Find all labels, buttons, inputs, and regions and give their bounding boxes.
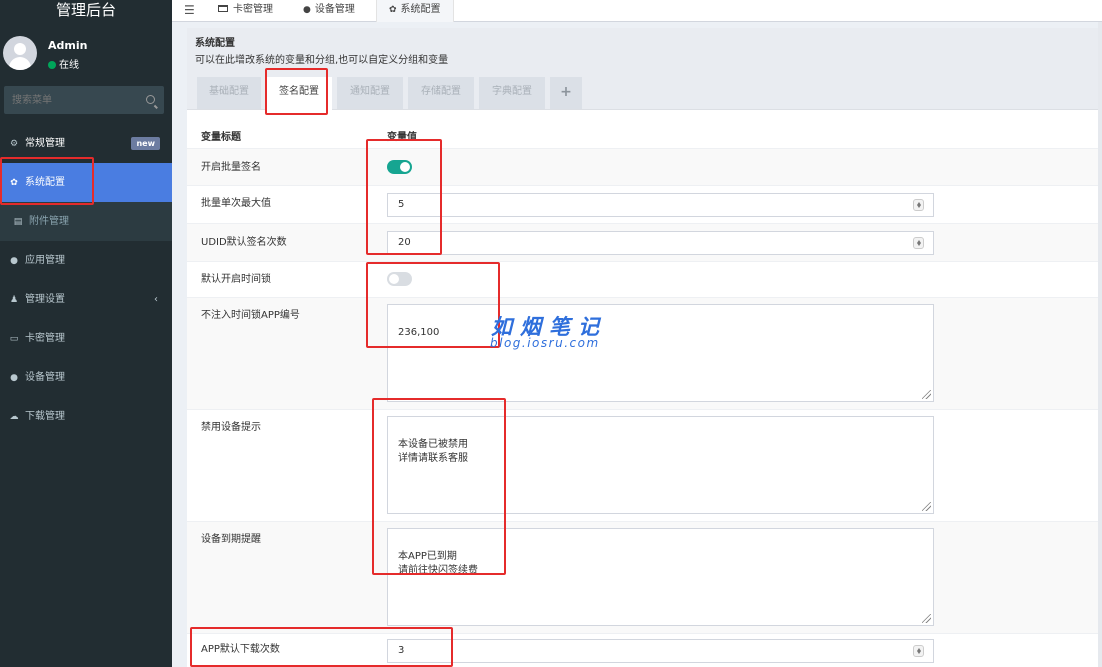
sidebar-item-downloads[interactable]: ☁ 下载管理 [0, 397, 172, 436]
user-panel: Admin 在线 [0, 32, 172, 76]
row-label: 默认开启时间锁 [201, 274, 271, 285]
user-status: 在线 [48, 56, 79, 71]
annotation-box [0, 157, 94, 205]
batch-max-input[interactable]: 5 [387, 193, 934, 217]
number-spinner-icon[interactable] [913, 199, 924, 211]
sidebar-item-devices[interactable]: ● 设备管理 [0, 358, 172, 397]
apple-icon: ● [10, 373, 18, 383]
annotation-box [366, 262, 500, 348]
file-icon: ▤ [13, 217, 23, 227]
app-logo[interactable]: 管理后台 [0, 0, 172, 22]
tab-system-config[interactable]: ✿ 系统配置 [376, 0, 454, 22]
cloud-download-icon: ☁ [9, 412, 19, 422]
tab-label: 卡密管理 [233, 4, 273, 15]
top-navbar: ☰ 卡密管理 ● 设备管理 ✿ 系统配置 [172, 0, 1102, 22]
avatar[interactable] [3, 36, 37, 70]
table-row: 默认开启时间锁 [187, 261, 1102, 297]
tab-basic-config[interactable]: 基础配置 [197, 77, 261, 109]
column-header-title: 变量标题 [201, 132, 241, 143]
annotation-box [366, 139, 442, 255]
user-status-text: 在线 [59, 60, 79, 71]
row-label: 禁用设备提示 [201, 422, 261, 433]
add-group-button[interactable]: + [550, 77, 582, 109]
tab-storage-config[interactable]: 存储配置 [408, 77, 474, 109]
sidebar: 管理后台 Admin 在线 ⚙常规管理 new ✿系统配置 ▤附件管理 ●应用管… [0, 0, 172, 667]
menu-toggle-icon[interactable]: ☰ [184, 3, 195, 17]
row-label: 不注入时间锁APP编号 [201, 310, 300, 321]
resize-handle-icon[interactable] [922, 614, 931, 623]
table-row: 禁用设备提示 本设备已被禁用 详情请联系客服 [187, 409, 1102, 521]
sidebar-item-label: 管理设置 [25, 294, 65, 305]
table-row: 开启批量签名 [187, 148, 1102, 185]
annotation-box [190, 627, 453, 667]
page-subtitle: 可以在此增改系统的变量和分组,也可以自定义分组和变量 [195, 55, 449, 66]
sidebar-item-label: 卡密管理 [25, 333, 65, 344]
tab-dict-config[interactable]: 字典配置 [479, 77, 545, 109]
config-table: 变量标题 变量值 开启批量签名 批量单次最大值 5 UDID默认签名次数 20 … [187, 110, 1102, 667]
search-icon[interactable] [146, 95, 155, 104]
card-icon [218, 5, 228, 12]
new-badge: new [131, 137, 160, 150]
apple-icon: ● [303, 5, 311, 15]
table-row: 批量单次最大值 5 [187, 185, 1102, 223]
sidebar-item-attachments[interactable]: ▤ 附件管理 [0, 202, 172, 241]
annotation-box [372, 398, 506, 575]
number-spinner-icon[interactable] [913, 237, 924, 249]
sidebar-search [4, 86, 164, 114]
table-row: 不注入时间锁APP编号 236,100 [187, 297, 1102, 409]
sidebar-item-label: 应用管理 [25, 255, 65, 266]
group-icon: ♟ [9, 295, 19, 305]
tab-notify-config[interactable]: 通知配置 [337, 77, 403, 109]
resize-handle-icon[interactable] [922, 502, 931, 511]
number-spinner-icon[interactable] [913, 645, 924, 657]
tab-devices[interactable]: ● 设备管理 [303, 0, 355, 22]
sidebar-item-admin-settings[interactable]: ♟ 管理设置 ‹ [0, 280, 172, 319]
menu-search-input[interactable] [4, 86, 139, 114]
card-icon: ▭ [9, 334, 19, 344]
circle-icon: ● [10, 256, 18, 266]
sidebar-item-apps[interactable]: ● 应用管理 [0, 241, 172, 280]
row-label: 开启批量签名 [201, 162, 261, 173]
sidebar-item-cards[interactable]: ▭ 卡密管理 [0, 319, 172, 358]
row-label: 批量单次最大值 [201, 198, 271, 209]
tab-cards[interactable]: 卡密管理 [218, 0, 273, 22]
chevron-left-icon: ‹ [154, 294, 158, 305]
user-name: Admin [48, 39, 88, 52]
row-label: 设备到期提醒 [201, 534, 261, 545]
table-row: 设备到期提醒 本APP已到期 请前往快闪签续费 [187, 521, 1102, 633]
gear-icon: ✿ [389, 5, 397, 15]
sidebar-item-label: 附件管理 [29, 216, 69, 227]
download-count-input[interactable]: 3 [387, 639, 934, 663]
online-dot-icon [48, 61, 56, 69]
udid-count-input[interactable]: 20 [387, 231, 934, 255]
row-label: UDID默认签名次数 [201, 237, 287, 248]
resize-handle-icon[interactable] [922, 390, 931, 399]
scrollbar-track[interactable] [1098, 22, 1102, 667]
tab-label: 系统配置 [400, 4, 441, 15]
annotation-box [265, 68, 328, 115]
tab-label: 设备管理 [314, 4, 355, 15]
table-row: UDID默认签名次数 20 [187, 223, 1102, 261]
sidebar-item-label: 设备管理 [25, 372, 65, 383]
sidebar-item-label: 下载管理 [25, 411, 65, 422]
page-title: 系统配置 [195, 38, 235, 49]
sidebar-item-label: 常规管理 [25, 138, 65, 149]
watermark-url: blog.iosru.com [490, 336, 600, 350]
